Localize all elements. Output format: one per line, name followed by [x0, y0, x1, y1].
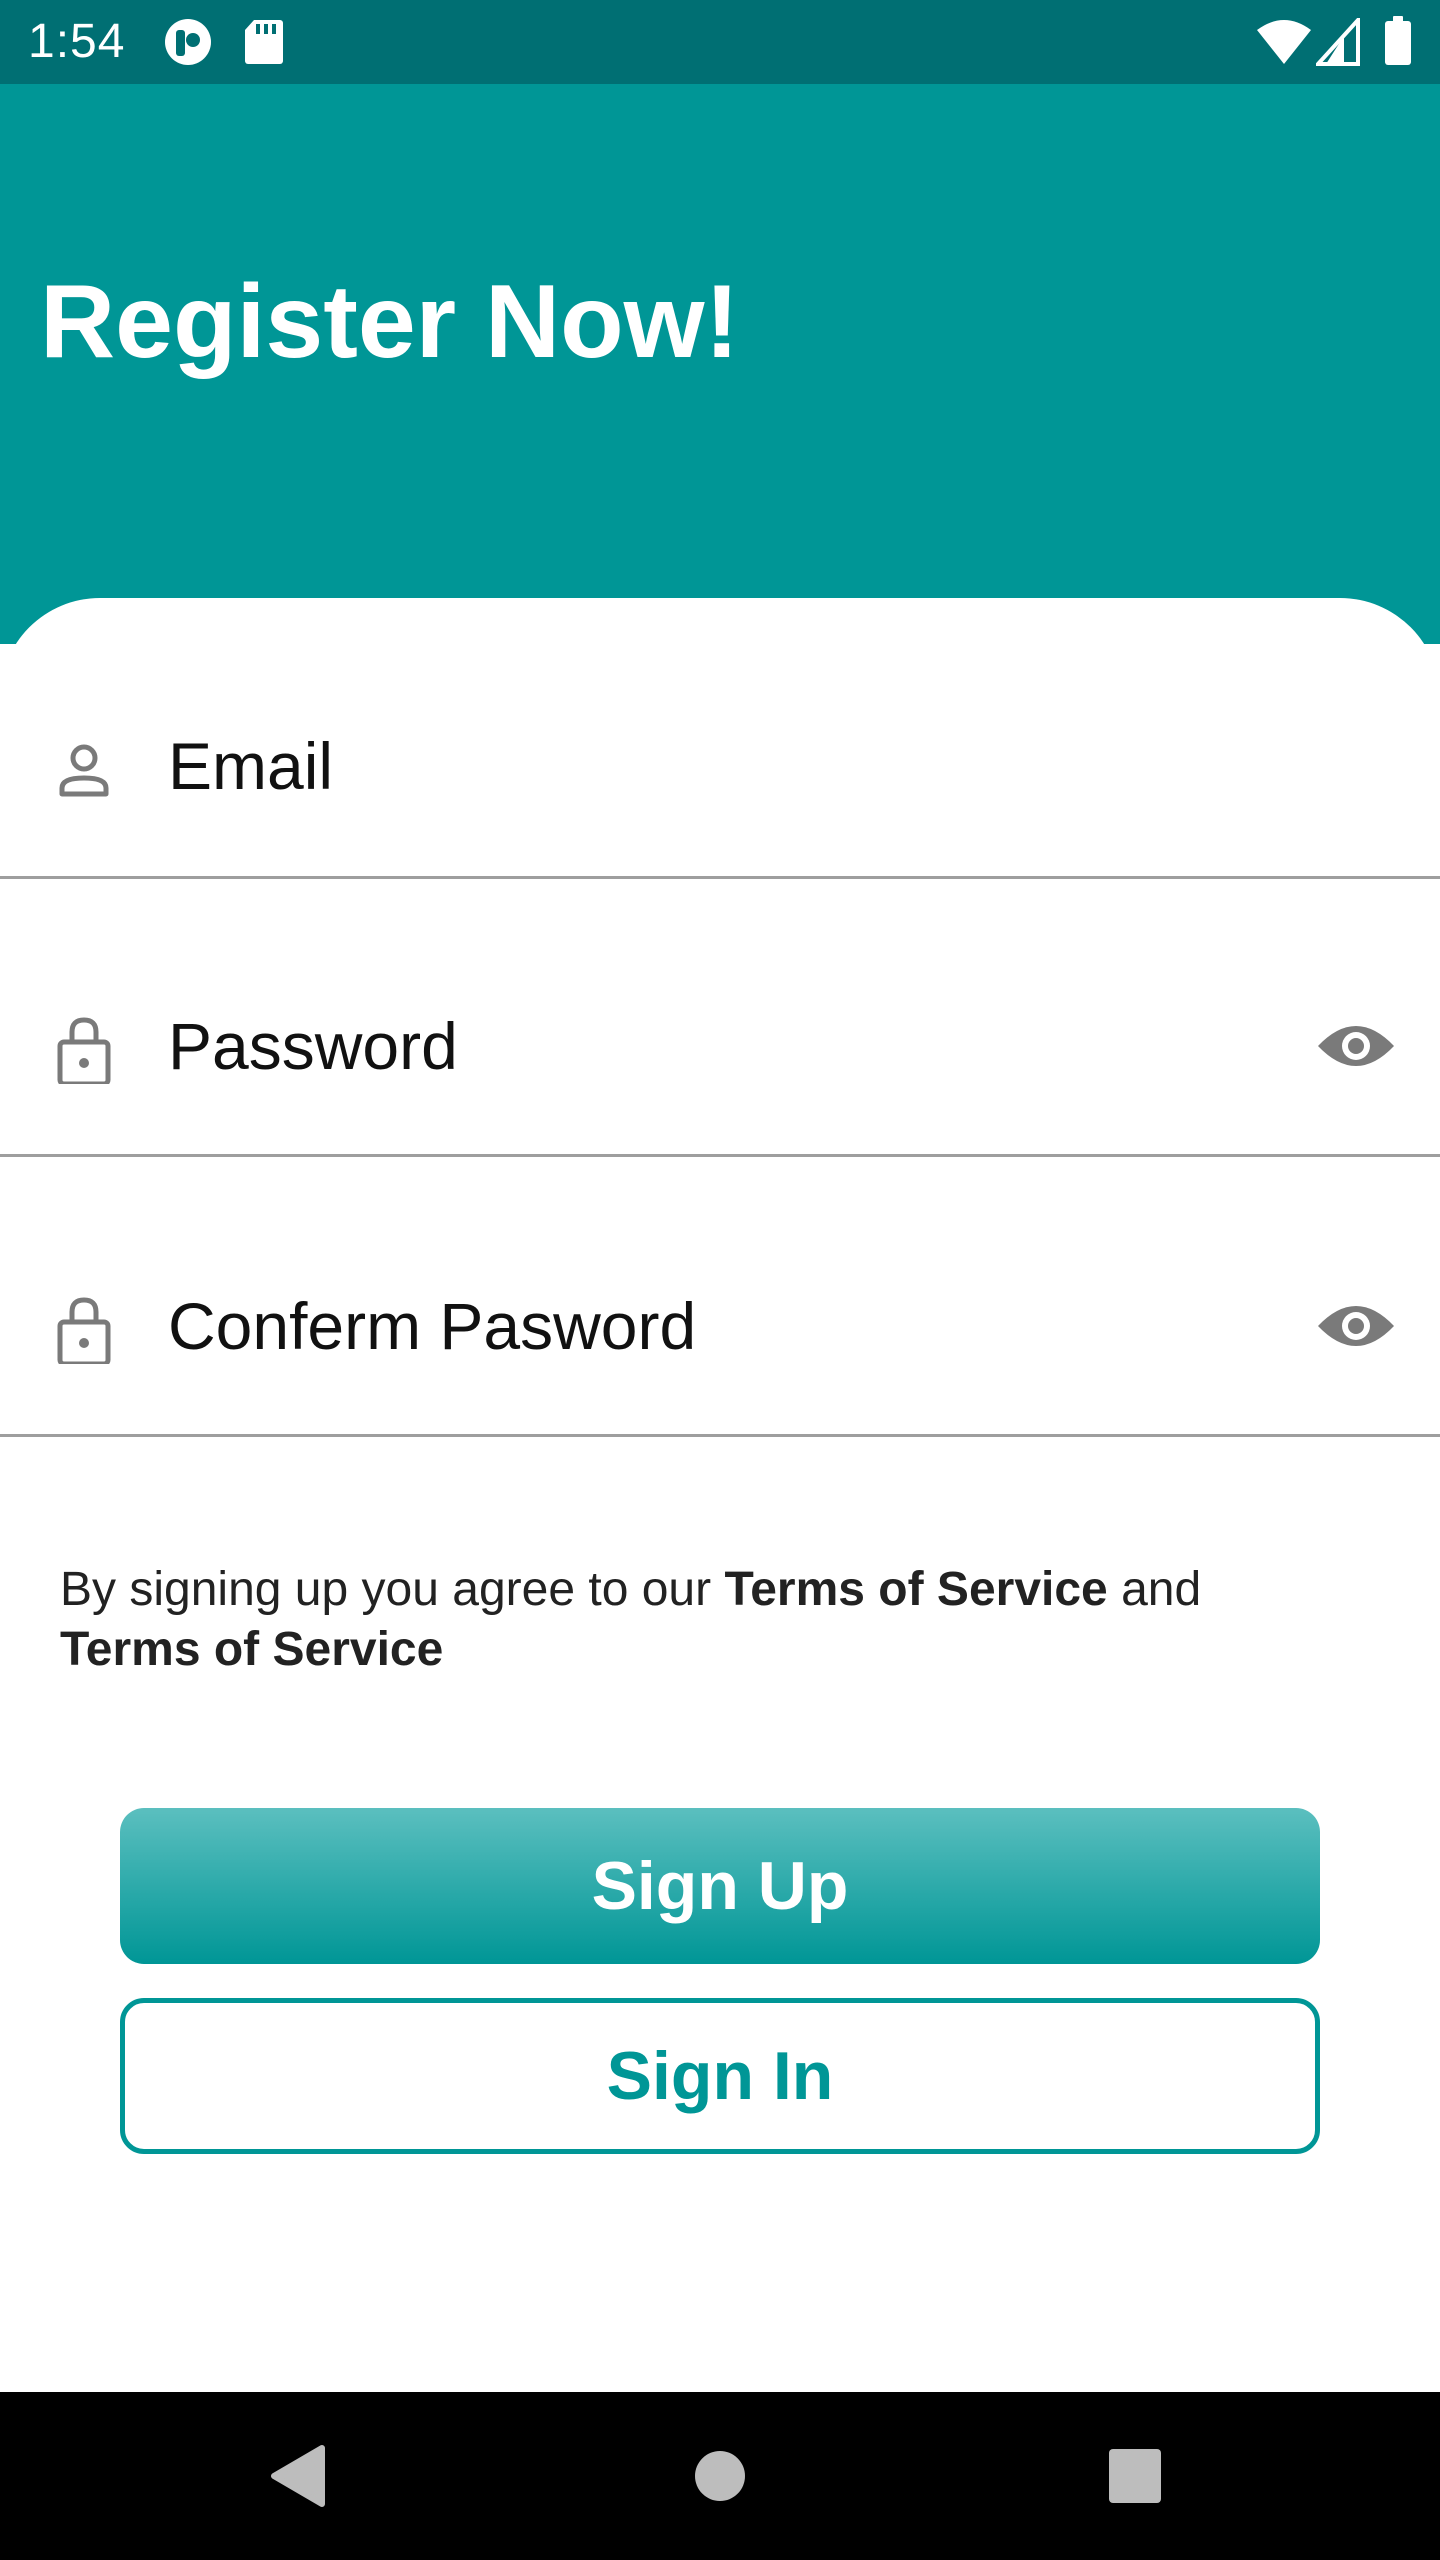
home-icon[interactable] — [694, 2450, 746, 2502]
password-divider — [0, 1154, 1440, 1157]
person-icon — [59, 744, 109, 797]
lock-icon — [57, 1017, 111, 1084]
password-input[interactable] — [168, 996, 1268, 1096]
terms-text: By signing up you agree to our Terms of … — [60, 1560, 1360, 1680]
cell-signal-icon — [1316, 18, 1360, 66]
eye-icon[interactable] — [1316, 1018, 1396, 1074]
email-field — [0, 716, 1440, 816]
terms-link-2[interactable]: Terms of Service — [60, 1623, 443, 1676]
lock-icon — [57, 1297, 111, 1364]
eye-icon[interactable] — [1316, 1298, 1396, 1354]
sign-in-button[interactable]: Sign In — [120, 1998, 1320, 2154]
status-bar: 1:54 — [0, 0, 1440, 84]
terms-link-1[interactable]: Terms of Service — [724, 1563, 1107, 1616]
sign-up-button[interactable]: Sign Up — [120, 1808, 1320, 1964]
confirm-password-divider — [0, 1434, 1440, 1437]
terms-middle: and — [1121, 1563, 1202, 1616]
terms-prefix: By signing up you agree to our — [60, 1563, 712, 1616]
battery-icon — [1385, 16, 1411, 65]
page-title: Register Now! — [40, 264, 740, 380]
recents-icon[interactable] — [1108, 2448, 1162, 2504]
confirm-password-field — [0, 1276, 1440, 1376]
wifi-icon — [1257, 20, 1311, 64]
email-input[interactable] — [168, 716, 1268, 816]
app-notification-icon — [165, 19, 211, 65]
confirm-password-input[interactable] — [168, 1276, 1268, 1376]
email-divider — [0, 876, 1440, 879]
status-time: 1:54 — [28, 15, 126, 68]
password-field — [0, 996, 1440, 1096]
sd-card-icon — [245, 20, 283, 64]
back-icon[interactable] — [270, 2444, 326, 2508]
navigation-bar — [0, 2392, 1440, 2560]
